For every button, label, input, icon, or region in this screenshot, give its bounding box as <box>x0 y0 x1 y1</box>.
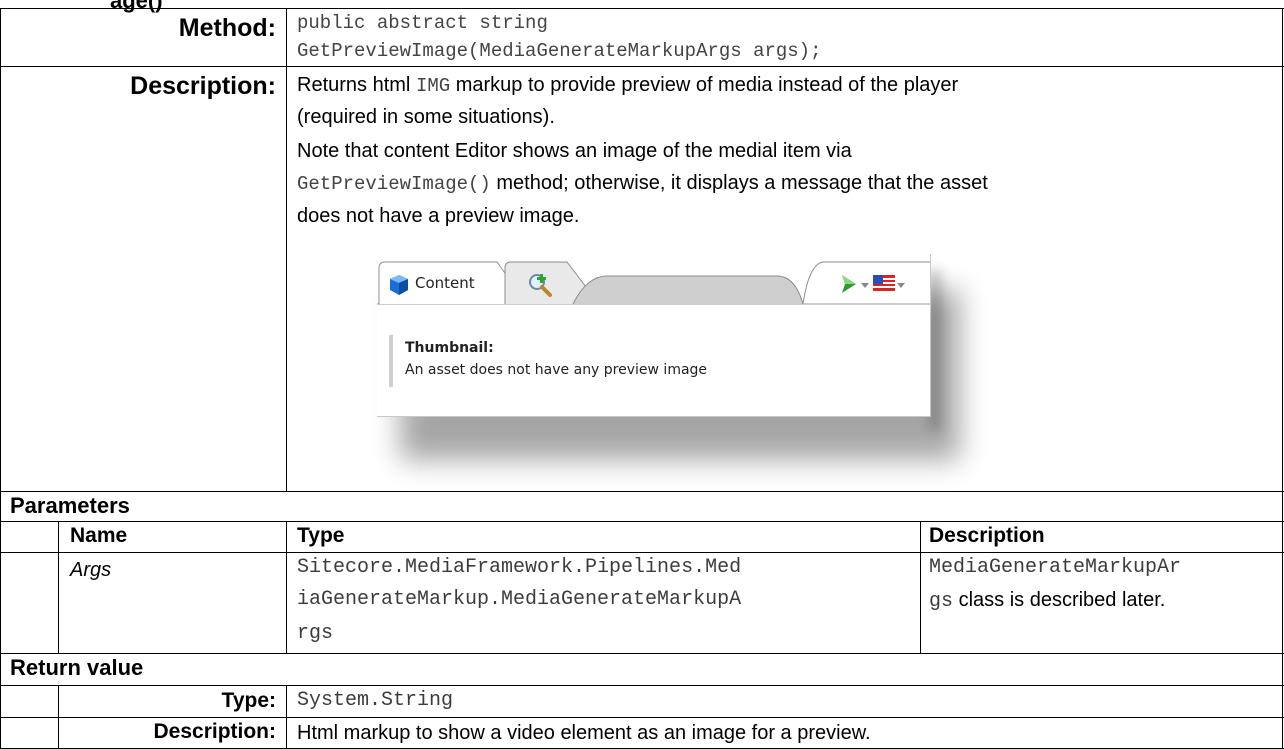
method-signature-line1: public abstract string <box>297 12 548 34</box>
description-line2: (required in some situations). <box>297 106 555 128</box>
content-editor-screenshot: Content Thumbnail: An asset does not hav… <box>377 254 931 417</box>
param-header-description: Description <box>929 524 1045 547</box>
description-line4: GetPreviewImage() method; otherwise, it … <box>297 172 988 195</box>
return-description-value: Html markup to show a video element as a… <box>297 722 871 744</box>
flag-icon[interactable] <box>873 275 895 291</box>
param-type-line2: iaGenerateMarkup.MediaGenerateMarkupA <box>297 588 742 611</box>
param-header-type: Type <box>297 524 345 547</box>
parameters-title: Parameters <box>10 493 130 518</box>
param-desc-line2: gs class is described later. <box>929 589 1166 613</box>
method-label: Method: <box>178 14 276 42</box>
return-description-label: Description: <box>153 720 276 743</box>
return-value-title: Return value <box>10 655 144 680</box>
content-cube-icon[interactable] <box>389 274 409 296</box>
return-type-label: Type: <box>221 689 276 712</box>
thumbnail-field-message: An asset does not have any preview image <box>405 362 708 378</box>
search-add-icon[interactable] <box>527 272 553 298</box>
param-type-line3: rgs <box>297 622 334 645</box>
param-type-line1: Sitecore.MediaFramework.Pipelines.Med <box>297 556 742 579</box>
tab-content[interactable]: Content <box>415 274 475 292</box>
method-signature-line2: GetPreviewImage(MediaGenerateMarkupArgs … <box>297 40 822 62</box>
field-left-bar <box>389 335 393 387</box>
description-label: Description: <box>130 72 276 100</box>
description-line1: Returns html IMG markup to provide previ… <box>297 74 959 97</box>
param-header-name: Name <box>70 524 128 547</box>
param-name: Args <box>70 559 112 581</box>
navigate-arrow-icon[interactable] <box>839 274 859 294</box>
chevron-down-icon[interactable] <box>897 283 905 288</box>
description-line5: does not have a preview image. <box>297 205 580 227</box>
param-desc-line1: MediaGenerateMarkupAr <box>929 556 1182 579</box>
chevron-down-icon[interactable] <box>861 283 869 288</box>
return-type-value: System.String <box>297 689 454 712</box>
description-line3: Note that content Editor shows an image … <box>297 140 852 162</box>
screenshot-shadow-edge <box>930 270 940 430</box>
section-heading: age() <box>110 0 163 13</box>
thumbnail-field-label: Thumbnail: <box>405 340 494 356</box>
